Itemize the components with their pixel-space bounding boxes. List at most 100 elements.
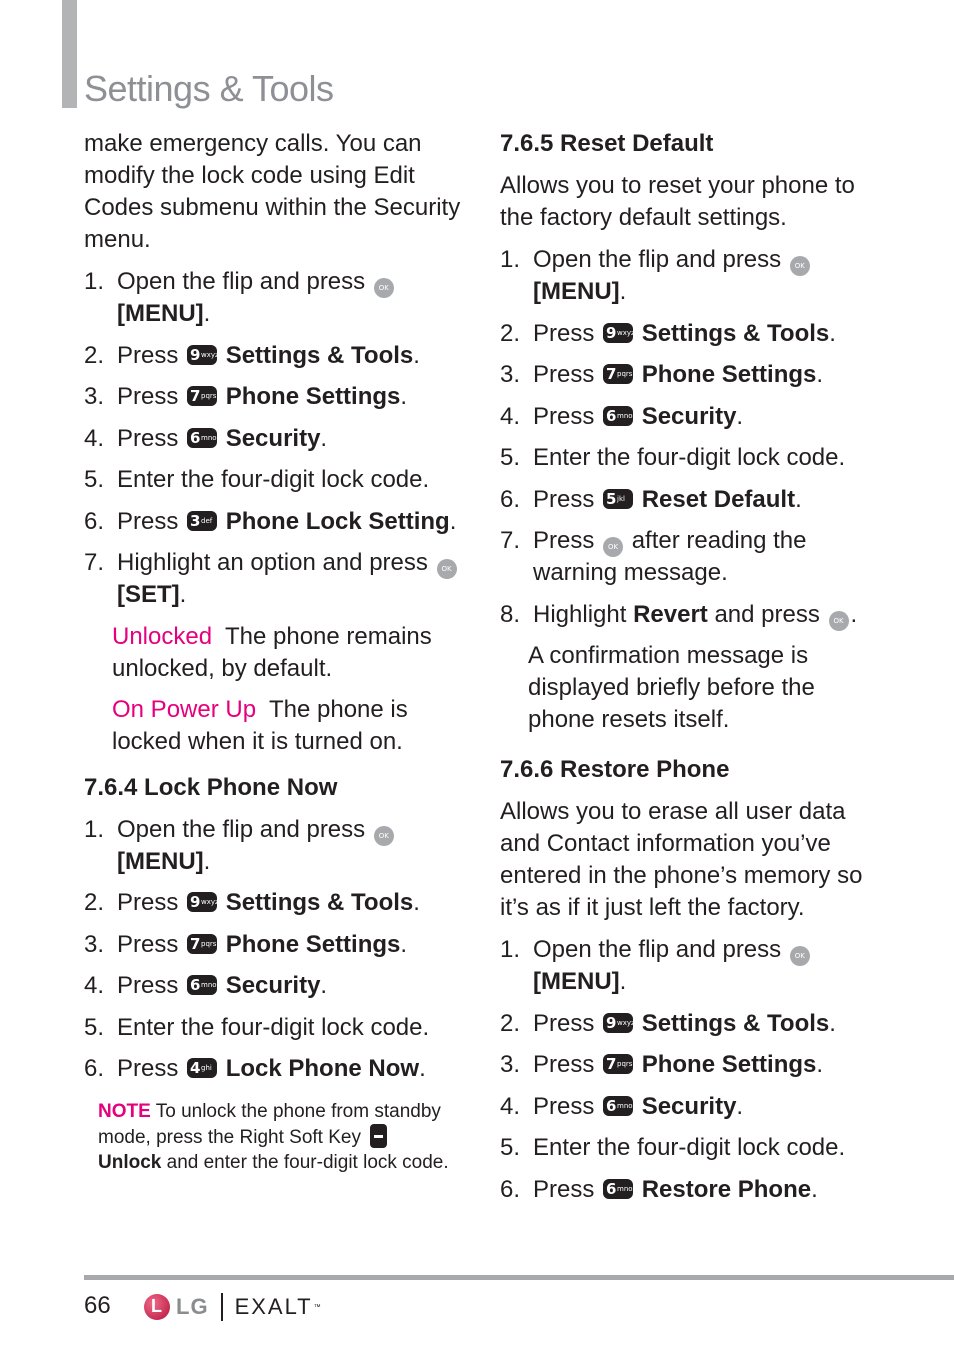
menu-item-name: Phone Settings: [225, 930, 401, 958]
step-text: .: [320, 424, 328, 452]
step-item: 8. Highlight Revert and press OK.: [500, 599, 880, 631]
step-text: .: [203, 847, 211, 875]
step-item: 7. Highlight an option and press OK [SET]…: [84, 547, 464, 611]
option-unlocked: Unlocked The phone remains unlocked, by …: [84, 621, 464, 685]
step-number: 1.: [84, 268, 105, 295]
note-unlock-label: Unlock: [98, 1152, 162, 1173]
step-item: 4. Press 6 mno Security.: [500, 1091, 880, 1123]
step-item: 4. Press 6 mno Security.: [84, 970, 464, 1002]
step-item: 4. Press 6 mno Security.: [84, 423, 464, 455]
step-number: 3.: [84, 383, 105, 410]
step-text: .: [203, 300, 211, 327]
step-text: Press: [117, 972, 179, 999]
menu-item-name: Lock Phone Now: [225, 1055, 420, 1082]
page-number: 66: [84, 1292, 111, 1319]
key-7-icon: 7 pqrs: [187, 386, 218, 406]
step-item: 2. Press 9 wxyz Settings & Tools.: [500, 1008, 880, 1040]
key-4-icon: 4 ghi: [187, 1058, 218, 1078]
key-5-icon: 5 jkl: [603, 488, 634, 509]
step-text: Press: [533, 527, 595, 554]
menu-item-name: Settings & Tools: [641, 1009, 830, 1037]
step-text: .: [829, 319, 836, 347]
note-label: NOTE: [98, 1101, 151, 1122]
step-text: Press: [117, 424, 179, 452]
menu-item-name: Security: [641, 402, 737, 430]
menu-item-name: [MENU]: [117, 847, 204, 875]
confirmation-text: A confirmation message is displayed brie…: [528, 642, 815, 733]
step-number: 4.: [84, 424, 105, 452]
step-text: Press: [533, 402, 595, 430]
key-7-icon: 7 pqrs: [603, 364, 634, 384]
product-name: EXALT: [234, 1294, 313, 1319]
right-soft-key-icon: [370, 1124, 388, 1148]
menu-item-name: Restore Phone: [641, 1175, 812, 1203]
step-number: 5.: [84, 1013, 105, 1041]
brand-logo: LG EXALT™: [144, 1291, 321, 1323]
step-text: Enter the four-digit lock code.: [117, 466, 430, 493]
reset-default-steps: 1. Open the flip and press OK [MENU]. 2. Pr…: [500, 244, 880, 631]
step-text: Enter the four-digit lock code.: [533, 444, 846, 471]
step-number: 1.: [500, 936, 521, 963]
step-text: .: [811, 1175, 818, 1203]
step-item: 2. Press 9 wxyz Settings & Tools.: [84, 887, 464, 919]
step-number: 5.: [84, 466, 105, 493]
key-9-icon: 9 wxyz: [187, 892, 219, 912]
step-text: Press: [117, 507, 179, 535]
step-item: 3. Press 7 pqrs Phone Settings.: [84, 381, 464, 413]
menu-item-name: Phone Settings: [641, 1051, 817, 1078]
step-number: 1.: [500, 246, 521, 273]
footer-rule: [84, 1275, 954, 1280]
menu-item-name: Revert: [633, 600, 708, 628]
step-number: 2.: [84, 341, 105, 369]
restore-phone-steps: 1. Open the flip and press OK [MENU]. 2. Pr…: [500, 934, 880, 1206]
menu-item-name: Security: [641, 1092, 737, 1120]
step-number: 6.: [84, 1055, 105, 1082]
step-text: .: [413, 889, 420, 916]
step-text: Highlight: [533, 600, 627, 628]
step-text: .: [419, 1055, 426, 1082]
step-text: Press: [117, 383, 179, 410]
step-text: .: [619, 278, 627, 305]
reset-default-intro: Allows you to reset your phone to the fa…: [500, 172, 855, 231]
step-item: 7. Press OK after reading the warning mes…: [500, 525, 880, 589]
menu-item-name: Settings & Tools: [225, 889, 414, 916]
step-item: 1. Open the flip and press OK [MENU].: [500, 934, 880, 998]
note-box: NOTE To unlock the phone from standby mo…: [98, 1099, 464, 1175]
step-text: Open the flip and press: [533, 936, 782, 963]
step-text: .: [179, 581, 187, 608]
menu-item-name: Phone Lock Setting: [225, 507, 450, 535]
step-text: Enter the four-digit lock code.: [533, 1134, 846, 1161]
step-number: 1.: [84, 815, 105, 843]
key-6-icon: 6 mno: [603, 405, 634, 426]
step-text: .: [449, 507, 457, 535]
step-text: .: [736, 1092, 744, 1120]
ok-key-icon: OK: [373, 278, 394, 298]
step-number: 3.: [84, 930, 105, 958]
menu-item-name: Reset Default: [641, 485, 796, 513]
step-number: 8.: [500, 600, 521, 628]
step-item: 1. Open the flip and press OK [MENU].: [84, 266, 464, 330]
step-number: 3.: [500, 361, 521, 388]
step-text: Open the flip and press: [117, 815, 366, 843]
note-text-end: and enter the four-digit lock code.: [166, 1152, 449, 1173]
step-number: 5.: [500, 444, 521, 471]
step-text: Press: [533, 1175, 595, 1203]
step-number: 4.: [84, 972, 105, 999]
step-item: 3. Press 7 pqrs Phone Settings.: [500, 359, 880, 391]
step-number: 4.: [500, 1092, 521, 1120]
menu-item-name: [SET]: [117, 581, 180, 608]
step-number: 4.: [500, 402, 521, 430]
step-item: 1. Open the flip and press OK [MENU].: [84, 814, 464, 878]
step-item: 6. Press 4 ghi Lock Phone Now.: [84, 1053, 464, 1085]
key-3-icon: 3 def: [187, 510, 218, 531]
step-number: 2.: [84, 889, 105, 916]
step-text: Open the flip and press: [117, 268, 366, 295]
key-6-icon: 6 mno: [603, 1095, 634, 1116]
menu-item-name: Settings & Tools: [641, 319, 830, 347]
section-heading-lock-phone-now: 7.6.4 Lock Phone Now: [84, 773, 338, 801]
step-text: .: [816, 1051, 824, 1078]
ok-key-icon: OK: [436, 559, 457, 579]
ok-key-icon: OK: [373, 825, 394, 846]
step-number: 2.: [500, 1009, 521, 1037]
side-tab-bar: [62, 0, 77, 108]
